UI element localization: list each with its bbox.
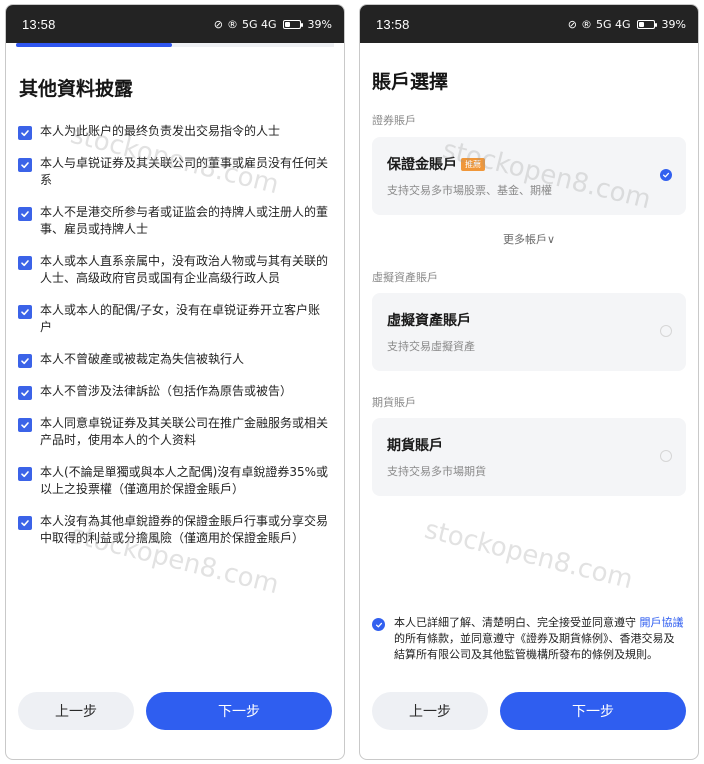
prev-step-button[interactable]: 上一步 <box>372 692 488 730</box>
registered-icon: ® <box>581 17 592 31</box>
checklist-item-text: 本人沒有為其他卓銳證券的保證金賬戶行事或分享交易中取得的利益或分擔風險（僅適用於… <box>40 514 329 545</box>
battery-percent: 39% <box>661 17 686 31</box>
battery-icon <box>282 19 303 29</box>
checklist-item[interactable]: 本人或本人的配偶/子女，没有在卓锐证券开立客户账户 <box>18 302 332 336</box>
recommended-badge: 推薦 <box>461 157 485 171</box>
mute-icon: ⊘ <box>213 17 223 31</box>
checkbox-checked-icon[interactable] <box>18 207 32 221</box>
checklist-item-text: 本人或本人的配偶/子女，没有在卓锐证券开立客户账户 <box>40 303 321 334</box>
checkbox-checked-icon[interactable] <box>18 516 32 530</box>
step-progress-fill <box>16 43 172 47</box>
card-description: 支持交易虛擬資產 <box>387 340 475 353</box>
battery-icon <box>636 19 657 29</box>
page-title: 賬戶選擇 <box>372 71 449 93</box>
agreement-text: 本人已詳細了解、清楚明白、完全接受並同意遵守 開戶協議的所有條款，並同意遵守《證… <box>394 616 684 661</box>
checkbox-checked-icon[interactable] <box>18 158 32 172</box>
agree-checkbox-icon[interactable] <box>372 618 385 631</box>
radio-selected-icon[interactable] <box>660 169 672 181</box>
nav-buttons: 上一步 下一步 <box>372 692 686 730</box>
status-time: 13:58 <box>376 16 410 32</box>
checklist-item-text: 本人或本人直系亲属中，没有政治人物或与其有关联的人士、高级政府官员或国有企业高级… <box>40 254 329 285</box>
checklist-item[interactable]: 本人不曾涉及法律訴訟（包括作為原告或被告） <box>18 383 332 400</box>
checklist-item[interactable]: 本人与卓锐证券及其关联公司的董事或雇员没有任何关系 <box>18 155 332 189</box>
disclosure-checklist: 本人为此账户的最终负责发出交易指令的人士本人与卓锐证券及其关联公司的董事或雇员没… <box>18 123 332 547</box>
page-title: 其他資料披露 <box>19 78 134 100</box>
checklist-item-text: 本人不曾涉及法律訴訟（包括作為原告或被告） <box>40 384 293 398</box>
next-step-button[interactable]: 下一步 <box>146 692 332 730</box>
signal-icon: 5G 4G <box>242 17 277 31</box>
nav-buttons: 上一步 下一步 <box>18 692 332 730</box>
card-title: 保證金賬戶 推薦 <box>387 154 671 174</box>
section-label-securities: 證券賬戶 <box>372 114 416 127</box>
checklist-item-text: 本人同意卓锐证券及其关联公司在推广金融服务或相关产品时，使用本人的个人资料 <box>40 416 329 447</box>
checkbox-checked-icon[interactable] <box>18 256 32 270</box>
checklist-item[interactable]: 本人同意卓锐证券及其关联公司在推广金融服务或相关产品时，使用本人的个人资料 <box>18 415 332 449</box>
watermark: stockopen8.com <box>421 514 636 596</box>
checklist-item-text: 本人为此账户的最终负责发出交易指令的人士 <box>40 124 281 138</box>
checklist-item[interactable]: 本人(不論是單獨或與本人之配偶)沒有卓銳證券35%或以上之投票權（僅適用於保證金… <box>18 464 332 498</box>
account-agreement-link[interactable]: 開戶協議 <box>640 616 684 629</box>
battery-percent: 39% <box>307 17 332 31</box>
account-card-margin[interactable]: 保證金賬戶 推薦 支持交易多市場股票、基金、期權 <box>372 137 686 215</box>
checklist-item[interactable]: 本人沒有為其他卓銳證券的保證金賬戶行事或分享交易中取得的利益或分擔風險（僅適用於… <box>18 513 332 547</box>
registered-icon: ® <box>227 17 238 31</box>
signal-icon: 5G 4G <box>596 17 631 31</box>
checkbox-checked-icon[interactable] <box>18 467 32 481</box>
account-card-futures[interactable]: 期貨賬戶 支持交易多市場期貨 <box>372 418 686 496</box>
next-step-button[interactable]: 下一步 <box>500 692 686 730</box>
agreement-row: 本人已詳細了解、清楚明白、完全接受並同意遵守 開戶協議的所有條款，並同意遵守《證… <box>372 615 684 663</box>
checklist-item-text: 本人(不論是單獨或與本人之配偶)沒有卓銳證券35%或以上之投票權（僅適用於保證金… <box>40 465 329 496</box>
account-card-virtual[interactable]: 虛擬資產賬戶 支持交易虛擬資產 <box>372 293 686 371</box>
status-time: 13:58 <box>22 16 56 32</box>
chevron-down-icon: ∨ <box>546 233 556 246</box>
checklist-item[interactable]: 本人不是港交所参与者或证监会的持牌人或注册人的董事、雇员或持牌人士 <box>18 204 332 238</box>
status-icons: ⊘ ® 5G 4G 39% <box>568 18 686 31</box>
more-accounts-link[interactable]: 更多帳戶∨ <box>360 231 698 247</box>
status-bar: 13:58 ⊘ ® 5G 4G 39% <box>360 5 698 43</box>
section-label-futures: 期貨賬戶 <box>372 396 416 409</box>
checklist-item[interactable]: 本人不曾破產或被裁定為失信被執行人 <box>18 351 332 368</box>
checkbox-checked-icon[interactable] <box>18 418 32 432</box>
radio-unselected-icon[interactable] <box>660 450 672 462</box>
checkbox-checked-icon[interactable] <box>18 354 32 368</box>
checklist-item-text: 本人不是港交所参与者或证监会的持牌人或注册人的董事、雇员或持牌人士 <box>40 205 329 236</box>
checklist-item-text: 本人与卓锐证券及其关联公司的董事或雇员没有任何关系 <box>40 156 329 187</box>
checkbox-checked-icon[interactable] <box>18 386 32 400</box>
radio-unselected-icon[interactable] <box>660 325 672 337</box>
status-bar: 13:58 ⊘ ® 5G 4G 39% <box>6 5 344 43</box>
checkbox-checked-icon[interactable] <box>18 126 32 140</box>
card-title: 期貨賬戶 <box>387 438 443 454</box>
right-screen: 13:58 ⊘ ® 5G 4G 39% 賬戶選擇 證券賬戶 保證金賬戶 推薦 支… <box>359 4 699 760</box>
card-description: 支持交易多市場期貨 <box>387 465 486 478</box>
checklist-item-text: 本人不曾破產或被裁定為失信被執行人 <box>40 352 245 366</box>
checklist-item[interactable]: 本人或本人直系亲属中，没有政治人物或与其有关联的人士、高级政府官员或国有企业高级… <box>18 253 332 287</box>
checkbox-checked-icon[interactable] <box>18 305 32 319</box>
checklist-item[interactable]: 本人为此账户的最终负责发出交易指令的人士 <box>18 123 332 140</box>
prev-step-button[interactable]: 上一步 <box>18 692 134 730</box>
card-description: 支持交易多市場股票、基金、期權 <box>387 184 552 197</box>
card-title: 虛擬資產賬戶 <box>387 313 471 329</box>
status-icons: ⊘ ® 5G 4G 39% <box>214 18 332 31</box>
mute-icon: ⊘ <box>567 17 577 31</box>
left-screen: 13:58 ⊘ ® 5G 4G 39% 其他資料披露 本人为此账户的最终负责发出… <box>5 4 345 760</box>
section-label-virtual: 虛擬資產賬戶 <box>372 271 438 284</box>
step-progress <box>16 43 334 47</box>
